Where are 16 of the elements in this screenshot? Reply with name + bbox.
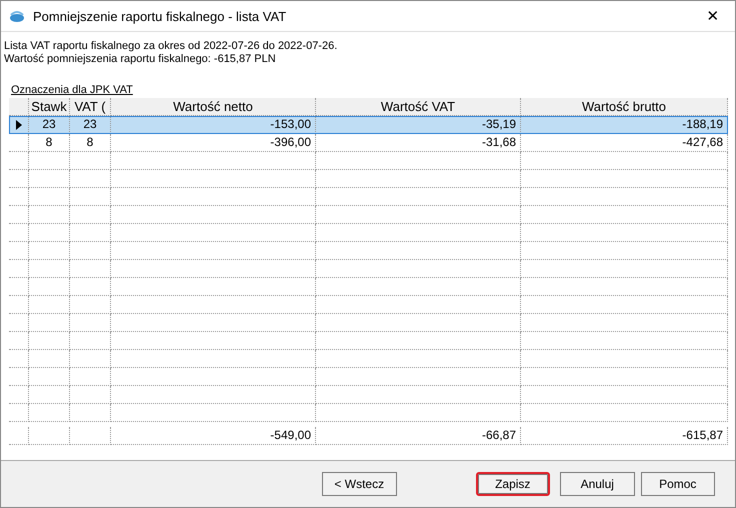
info-text: Lista VAT raportu fiskalnego za okres od 2022-07-26 do 2022-07-26. [4, 40, 338, 53]
total-cell: -615,87 [521, 427, 728, 445]
info-text: Wartość pomniejszenia raportu fiskalnego: -615,87 PLN [4, 53, 277, 66]
total-cell: -549,00 [111, 427, 316, 445]
dialog-button[interactable]: Anuluj [560, 472, 635, 496]
close-button[interactable]: ✕ [691, 1, 735, 31]
app-logo-icon [9, 9, 25, 23]
total-cell: -66,87 [316, 427, 521, 445]
row-pointer-icon [16, 120, 22, 130]
table-row[interactable]: 8 8 -396,00 -31,68 -427,68 [9, 134, 728, 152]
dialog-button[interactable]: Zapisz [476, 472, 550, 496]
window-title: Pomniejszenie raportu fiskalnego - lista VAT [33, 8, 288, 24]
jpk-link[interactable]: Oznaczenia dla JPK VAT [11, 84, 133, 96]
table-row[interactable]: 23 23 -153,00 -35,19 -188,19 [9, 116, 728, 134]
dialog-button[interactable]: < Wstecz [322, 472, 396, 496]
dialog-button[interactable]: Pomoc [640, 472, 716, 496]
